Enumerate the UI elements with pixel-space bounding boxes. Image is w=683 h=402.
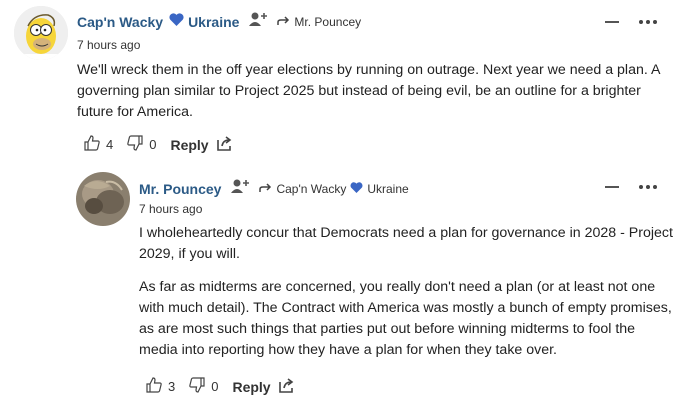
dislike-count: 0 xyxy=(149,137,157,152)
more-icon[interactable] xyxy=(639,20,657,24)
reply-arrow-icon xyxy=(259,182,272,196)
avatar[interactable] xyxy=(14,6,68,60)
like-count: 4 xyxy=(106,137,114,152)
author-name[interactable]: Cap'n Wacky xyxy=(77,14,163,30)
comment-1: Cap'n Wacky Ukraine Mr. Pouncey 7 hours … xyxy=(0,0,683,160)
share-icon[interactable] xyxy=(216,135,233,154)
reply-button[interactable]: Reply xyxy=(170,137,208,153)
comment-paragraph: As far as midterms are concerned, you re… xyxy=(139,279,672,358)
reply-to[interactable]: Cap'n Wacky Ukraine xyxy=(259,181,409,196)
reply-to[interactable]: Mr. Pouncey xyxy=(277,15,361,29)
like-count: 3 xyxy=(168,379,176,394)
author-name[interactable]: Mr. Pouncey xyxy=(139,181,221,197)
dislike-count: 0 xyxy=(211,379,219,394)
avatar[interactable] xyxy=(76,172,130,226)
reply-to-name: Mr. Pouncey xyxy=(294,14,362,29)
thumb-down-icon[interactable] xyxy=(189,377,205,396)
follow-icon[interactable] xyxy=(231,178,251,199)
thumb-up-icon[interactable] xyxy=(84,135,100,154)
more-icon[interactable] xyxy=(639,185,657,189)
comment-paragraph: I wholeheartedly concur that Democrats n… xyxy=(139,225,673,262)
reply-to-name: Cap'n Wacky xyxy=(276,181,347,196)
thumb-up-icon[interactable] xyxy=(146,377,162,396)
comment-2: Mr. Pouncey Cap'n Wacky Ukraine 7 hours … xyxy=(0,160,683,402)
heart-icon xyxy=(350,181,363,196)
thumb-down-icon[interactable] xyxy=(127,135,143,154)
comment-body: I wholeheartedly concur that Democrats n… xyxy=(139,223,673,373)
timestamp: 7 hours ago xyxy=(139,202,203,216)
reply-button[interactable]: Reply xyxy=(232,379,270,395)
comment-body: We'll wreck them in the off year electio… xyxy=(77,60,673,135)
reply-to-country: Ukraine xyxy=(367,181,409,196)
heart-icon xyxy=(169,12,184,31)
comment-paragraph: We'll wreck them in the off year electio… xyxy=(77,62,660,120)
author-country: Ukraine xyxy=(188,13,240,30)
share-icon[interactable] xyxy=(278,377,295,396)
follow-icon[interactable] xyxy=(249,11,269,32)
minimize-icon[interactable] xyxy=(605,21,619,23)
timestamp: 7 hours ago xyxy=(77,38,141,52)
minimize-icon[interactable] xyxy=(605,186,619,188)
reply-arrow-icon xyxy=(277,15,290,29)
